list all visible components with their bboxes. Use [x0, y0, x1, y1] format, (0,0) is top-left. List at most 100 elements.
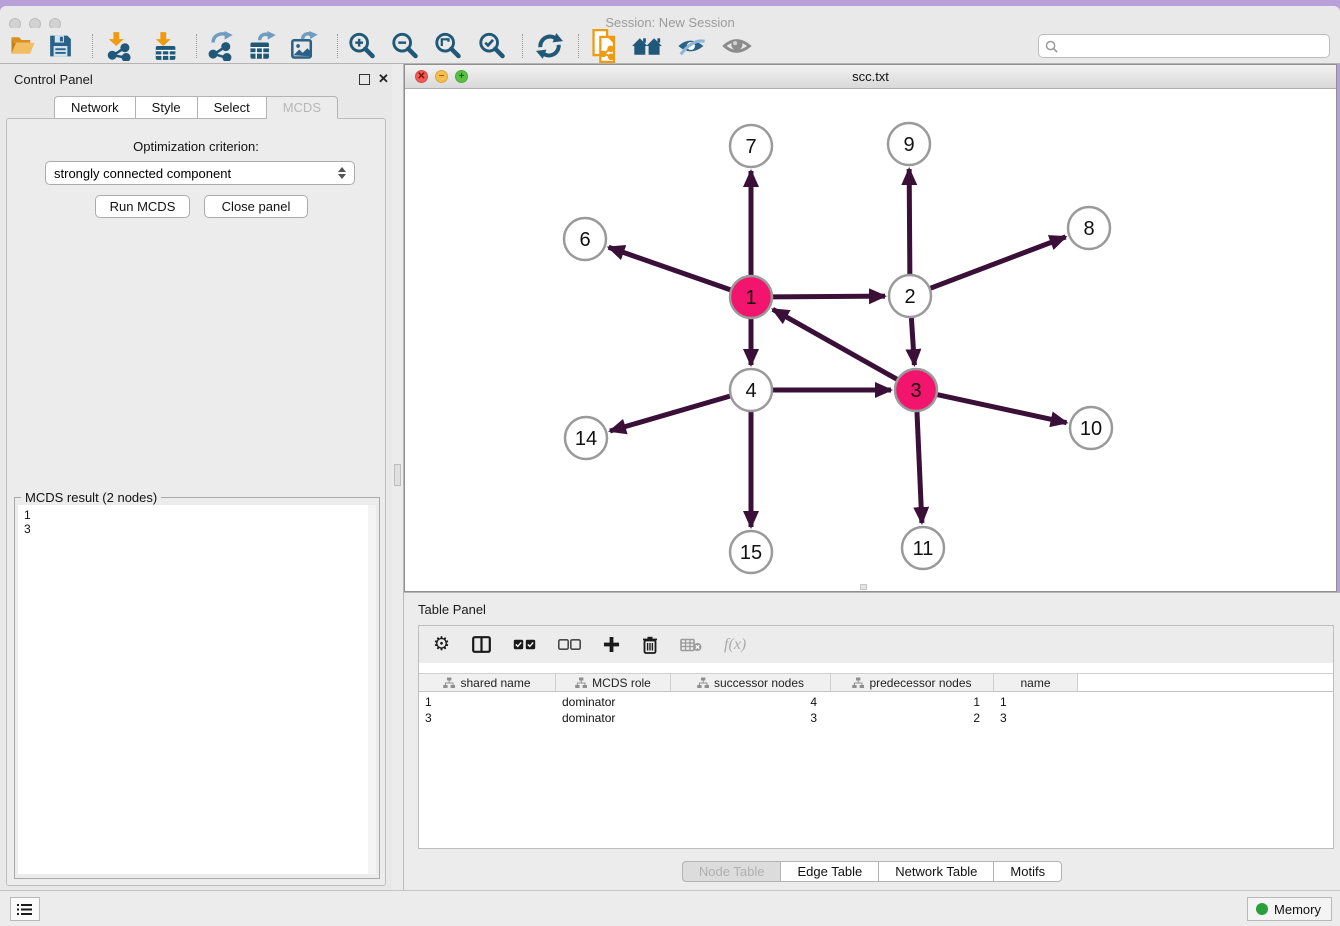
table-panel-title: Table Panel	[418, 602, 486, 617]
node-4[interactable]: 4	[730, 369, 772, 411]
cell-shared-name[interactable]: 3	[419, 710, 556, 726]
apply-layout-icon[interactable]	[536, 32, 563, 59]
edge-4-14[interactable]	[610, 396, 730, 431]
delete-column-icon[interactable]	[642, 636, 658, 654]
tab-network-table[interactable]: Network Table	[879, 861, 994, 882]
add-column-icon[interactable]	[603, 636, 620, 653]
optimization-criterion-select[interactable]: strongly connected component	[45, 161, 355, 185]
node-11[interactable]: 11	[902, 527, 944, 569]
edge-1-2[interactable]	[773, 296, 885, 297]
control-panel: Control Panel ✕ NetworkStyleSelectMCDS O…	[0, 64, 392, 890]
toolbar-separator	[522, 34, 523, 58]
memory-button[interactable]: Memory	[1247, 897, 1332, 921]
node-label: 3	[910, 380, 921, 402]
edge-3-10[interactable]	[937, 395, 1066, 423]
table-row[interactable]: 1dominator411	[419, 694, 1333, 710]
zoom-out-icon[interactable]	[391, 31, 420, 60]
tab-mcds[interactable]: MCDS	[267, 96, 338, 119]
save-session-icon[interactable]	[49, 34, 72, 57]
result-scrollbar[interactable]	[368, 505, 376, 874]
column-header-successor-nodes[interactable]: successor nodes	[671, 674, 831, 691]
hide-selected-icon[interactable]	[676, 34, 707, 58]
first-neighbors-icon[interactable]	[631, 34, 664, 58]
tab-select[interactable]: Select	[198, 96, 267, 119]
table-header-row: shared nameMCDS rolesuccessor nodes prede…	[419, 673, 1333, 692]
edge-2-8[interactable]	[931, 237, 1066, 288]
search-input[interactable]	[1062, 39, 1329, 53]
import-network-icon[interactable]	[103, 31, 133, 61]
export-image-icon[interactable]	[290, 31, 320, 61]
zoom-fit-icon[interactable]	[434, 31, 463, 60]
panel-splitter[interactable]	[392, 64, 404, 890]
import-table-icon[interactable]	[150, 31, 180, 61]
close-panel-icon[interactable]: ✕	[378, 71, 389, 87]
cell-name[interactable]: 3	[994, 710, 1078, 726]
cell-predecessor-nodes[interactable]: 2	[831, 710, 994, 726]
select-all-icon[interactable]	[513, 639, 536, 650]
export-network-icon[interactable]	[205, 31, 235, 61]
cell-shared-name[interactable]: 1	[419, 694, 556, 710]
node-15[interactable]: 15	[730, 531, 772, 573]
edge-1-6[interactable]	[609, 247, 731, 289]
edge-2-9[interactable]	[909, 169, 910, 274]
zoom-selected-icon[interactable]	[478, 31, 507, 60]
node-6[interactable]: 6	[564, 218, 606, 260]
node-1[interactable]: 1	[730, 276, 772, 318]
column-header-label: predecessor nodes	[869, 676, 971, 690]
node-8[interactable]: 8	[1068, 207, 1110, 249]
run-mcds-button[interactable]: Run MCDS	[95, 195, 190, 218]
open-session-icon[interactable]	[9, 35, 36, 57]
tab-motifs[interactable]: Motifs	[994, 861, 1062, 882]
canvas-resize-grip[interactable]	[860, 584, 867, 590]
node-label: 9	[903, 134, 914, 156]
dropdown-stepper-icon	[338, 167, 346, 179]
task-history-button[interactable]	[10, 897, 40, 921]
zoom-in-icon[interactable]	[348, 31, 377, 60]
table-settings-gear-icon[interactable]: ⚙	[433, 633, 450, 656]
mcds-result-list[interactable]: 1 3	[18, 505, 370, 874]
cell-successor-nodes[interactable]: 4	[671, 694, 831, 710]
network-canvas[interactable]: 7 9 6 8 1 2 4 3 14 10 15 11	[405, 89, 1336, 591]
toolbar-separator	[337, 34, 338, 58]
node-label: 1	[745, 287, 756, 309]
column-header-shared-name[interactable]: shared name	[419, 674, 556, 691]
column-header-name[interactable]: name	[994, 674, 1078, 691]
tab-edge-table[interactable]: Edge Table	[781, 861, 879, 882]
cell-predecessor-nodes[interactable]: 1	[831, 694, 994, 710]
node-3[interactable]: 3	[895, 369, 937, 411]
status-bar: Memory	[0, 890, 1340, 926]
export-table-icon[interactable]	[247, 31, 277, 61]
edge-3-11[interactable]	[917, 412, 922, 523]
clone-network-icon[interactable]	[590, 29, 622, 63]
column-header-MCDS-role[interactable]: MCDS role	[556, 674, 671, 691]
show-all-icon[interactable]	[722, 34, 753, 58]
node-table: ⚙ f(x)	[418, 625, 1334, 849]
edge-2-3[interactable]	[911, 318, 914, 365]
table-panel: Table Panel ✕ ⚙	[404, 592, 1340, 890]
node-9[interactable]: 9	[888, 123, 930, 165]
tab-network[interactable]: Network	[54, 96, 136, 119]
deselect-all-icon[interactable]	[558, 639, 581, 650]
table-tabs: Node TableEdge TableNetwork TableMotifs	[404, 861, 1340, 882]
cell-MCDS-role[interactable]: dominator	[556, 710, 671, 726]
node-7[interactable]: 7	[730, 125, 772, 167]
splitter-grip[interactable]	[394, 464, 401, 486]
network-window-titlebar[interactable]: ✕ − + scc.txt	[405, 65, 1336, 89]
close-panel-button[interactable]: Close panel	[204, 195, 308, 218]
tab-style[interactable]: Style	[136, 96, 198, 119]
float-panel-icon[interactable]	[359, 74, 370, 85]
column-header-predecessor-nodes[interactable]: predecessor nodes	[831, 674, 994, 691]
node-label: 7	[745, 136, 756, 158]
node-2[interactable]: 2	[889, 275, 931, 317]
edge-3-1[interactable]	[773, 309, 897, 379]
network-graph[interactable]: 7 9 6 8 1 2 4 3 14 10 15 11	[405, 89, 1336, 591]
node-14[interactable]: 14	[565, 417, 607, 459]
tab-node-table[interactable]: Node Table	[682, 861, 782, 882]
node-10[interactable]: 10	[1070, 407, 1112, 449]
memory-status-icon	[1256, 903, 1268, 915]
cell-name[interactable]: 1	[994, 694, 1078, 710]
table-row[interactable]: 3dominator323	[419, 710, 1333, 726]
column-visibility-icon[interactable]	[472, 636, 491, 653]
cell-successor-nodes[interactable]: 3	[671, 710, 831, 726]
cell-MCDS-role[interactable]: dominator	[556, 694, 671, 710]
